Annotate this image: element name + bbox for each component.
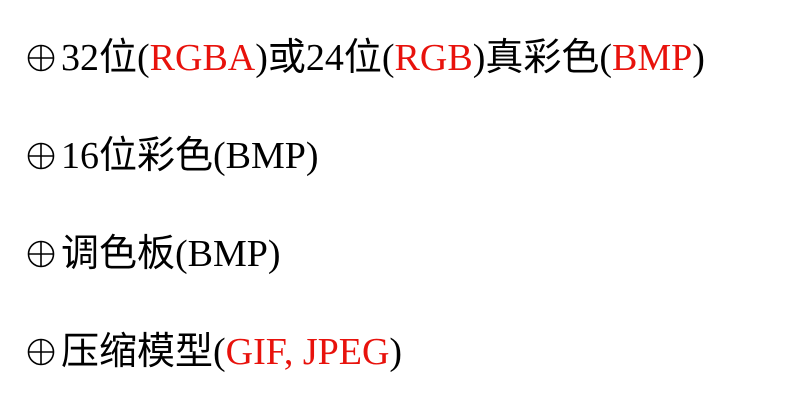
item-text: ) (692, 37, 705, 79)
circled-plus-icon (24, 128, 57, 184)
item-text: ) (389, 331, 403, 373)
item-text: )或24位( (255, 37, 395, 79)
circled-plus-icon (24, 226, 57, 282)
highlight-rgba: RGBA (149, 37, 256, 79)
format-list: 32位(RGBA)或24位(RGB)真彩色(BMP) 16位彩色(BMP) 调色… (24, 30, 705, 380)
circled-plus-icon (24, 324, 57, 380)
format-item-compressed: 压缩模型(GIF, JPEG) (24, 324, 705, 380)
item-text: 16位彩色(BMP) (61, 135, 319, 177)
highlight-rgb: RGB (394, 37, 473, 79)
highlight-bmp: BMP (612, 37, 693, 79)
format-item-true-color: 32位(RGBA)或24位(RGB)真彩色(BMP) (24, 30, 705, 86)
item-text: 调色板(BMP) (61, 233, 281, 275)
item-text: 压缩模型( (61, 331, 226, 373)
format-item-16bit: 16位彩色(BMP) (24, 128, 705, 184)
circled-plus-icon (24, 30, 57, 86)
highlight-gif-jpeg: GIF, JPEG (225, 331, 390, 373)
item-text: )真彩色( (472, 37, 612, 79)
format-item-palette: 调色板(BMP) (24, 226, 705, 282)
item-text: 32位( (61, 37, 150, 79)
